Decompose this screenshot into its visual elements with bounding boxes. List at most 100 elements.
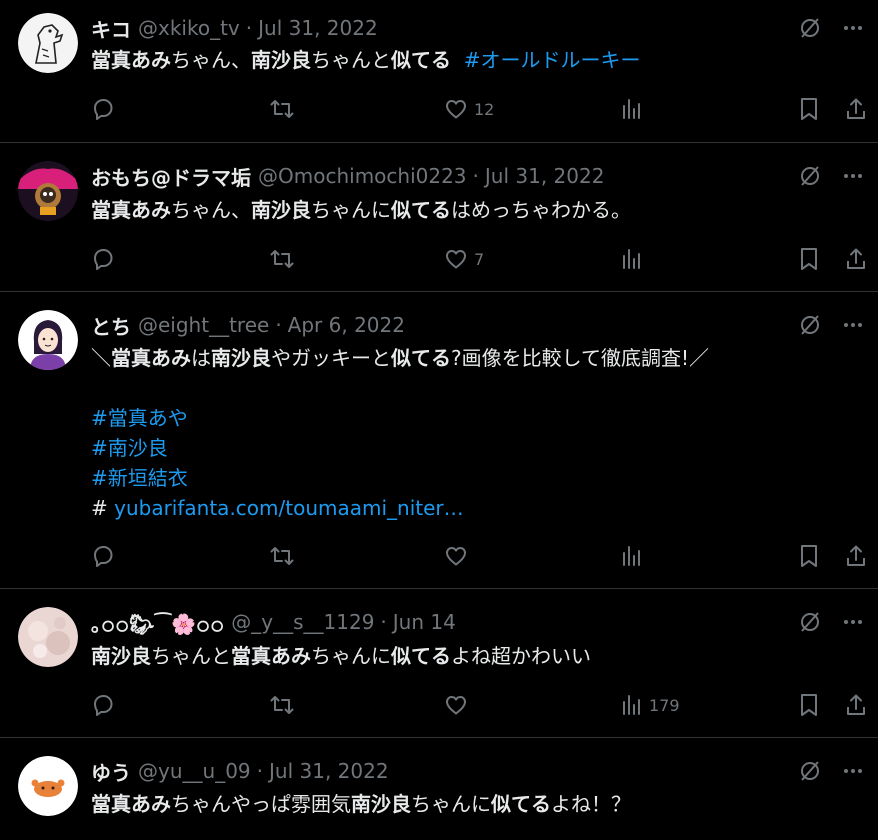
display-name[interactable]: キコ: [91, 14, 131, 43]
tweet-text-line: 當真あみちゃん、南沙良ちゃんと似てる #オールドルーキー: [91, 45, 861, 75]
grok-icon[interactable]: [798, 16, 822, 40]
like-icon: [444, 693, 468, 717]
grok-icon[interactable]: [798, 759, 822, 783]
timestamp[interactable]: Jul 31, 2022: [269, 759, 389, 783]
tweet-text-line: 當真あみちゃんやっぱ雰囲気南沙良ちゃんに似てるよね！？: [91, 789, 861, 819]
handle[interactable]: @yu__u_09: [138, 759, 251, 783]
views-count: 179: [649, 695, 680, 715]
share-button[interactable]: [845, 541, 867, 571]
views-button[interactable]: [621, 244, 649, 274]
text-segment: ちゃん、: [171, 198, 251, 222]
text-segment: 南沙良: [251, 48, 311, 72]
hashtag-link[interactable]: #南沙良: [91, 436, 168, 460]
avatar[interactable]: [18, 310, 78, 370]
timestamp[interactable]: Apr 6, 2022: [288, 313, 405, 337]
hashtag-link[interactable]: #オールドルーキー: [464, 48, 641, 72]
reply-button[interactable]: [91, 244, 121, 274]
tweet-top-icons: [798, 607, 864, 637]
avatar[interactable]: [18, 13, 78, 73]
retweet-button[interactable]: [269, 690, 301, 720]
tweet-text: 當真あみちゃんやっぱ雰囲気南沙良ちゃんに似てるよね！？: [91, 789, 861, 819]
bookmark-button[interactable]: [799, 690, 819, 720]
like-icon: [444, 97, 468, 121]
retweet-button[interactable]: [269, 244, 301, 274]
tweet-text-line: #新垣結衣: [91, 463, 861, 493]
grok-icon[interactable]: [798, 313, 822, 337]
like-button[interactable]: 7: [444, 244, 484, 274]
retweet-button[interactable]: [269, 94, 301, 124]
reply-button[interactable]: [91, 690, 121, 720]
timestamp[interactable]: Jun 14: [393, 610, 456, 634]
like-icon: [444, 247, 468, 271]
bookmark-button[interactable]: [799, 244, 819, 274]
share-button[interactable]: [845, 94, 867, 124]
views-icon: [621, 247, 643, 271]
tweet-text-line: ＼當真あみは南沙良やガッキーと似てる?画像を比較して徹底調査!／: [91, 343, 861, 373]
text-segment: 南沙良: [211, 346, 271, 370]
more-icon[interactable]: [842, 314, 864, 336]
separator-dot: ·: [380, 610, 387, 634]
bookmark-button[interactable]: [799, 94, 819, 124]
reply-button[interactable]: [91, 94, 121, 124]
tweet-3[interactable]: とち @eight__tree · Apr 6, 2022 ＼當真あみは南沙良や…: [0, 292, 878, 589]
display-name[interactable]: ゆう: [91, 757, 131, 786]
like-button[interactable]: [444, 690, 474, 720]
tweet-header: とち @eight__tree · Apr 6, 2022: [91, 310, 405, 340]
reply-icon: [91, 693, 115, 717]
tweet-actions: 12: [91, 94, 871, 124]
views-button[interactable]: [621, 541, 649, 571]
tweet-text: 南沙良ちゃんと當真あみちゃんに似てるよね超かわいい: [91, 641, 861, 671]
text-segment: 南沙良: [91, 644, 151, 668]
grok-icon[interactable]: [798, 610, 822, 634]
handle[interactable]: @_y__s__1129: [231, 610, 374, 634]
hashtag-link[interactable]: yubarifanta.com/toumaami_niter…: [114, 496, 464, 520]
separator-dot: ·: [256, 759, 263, 783]
text-segment: 似てる: [491, 792, 551, 816]
text-segment: 南沙良: [351, 792, 411, 816]
hashtag-link[interactable]: #當真あや: [91, 406, 188, 430]
avatar[interactable]: [18, 756, 78, 816]
like-button[interactable]: 12: [444, 94, 494, 124]
tweet-1[interactable]: キコ @xkiko_tv · Jul 31, 2022 當真あみちゃん、南沙良ち…: [0, 0, 878, 143]
text-segment: 似てる: [391, 48, 451, 72]
text-segment: はめっちゃわかる。: [451, 198, 631, 222]
more-icon[interactable]: [842, 165, 864, 187]
text-segment: ＼: [91, 346, 111, 370]
tweet-4[interactable]: ｡𝚘𝚘🐎︎⁀🌸𝚘𝚘 @_y__s__1129 · Jun 14 南沙良ちゃんと當…: [0, 589, 878, 738]
tweet-text-line: 當真あみちゃん、南沙良ちゃんに似てるはめっちゃわかる。: [91, 195, 861, 225]
tweet-5[interactable]: ゆう @yu__u_09 · Jul 31, 2022 當真あみちゃんやっぱ雰囲…: [0, 738, 878, 840]
timestamp[interactable]: Jul 31, 2022: [258, 16, 378, 40]
grok-icon[interactable]: [798, 164, 822, 188]
more-icon[interactable]: [842, 611, 864, 633]
reply-button[interactable]: [91, 541, 121, 571]
text-segment: ちゃんと: [151, 644, 231, 668]
bookmark-icon: [799, 247, 819, 271]
views-button[interactable]: [621, 94, 649, 124]
share-icon: [845, 693, 867, 717]
display-name[interactable]: ｡𝚘𝚘🐎︎⁀🌸𝚘𝚘: [91, 608, 224, 637]
avatar[interactable]: [18, 161, 78, 221]
share-button[interactable]: [845, 244, 867, 274]
tweet-header: キコ @xkiko_tv · Jul 31, 2022: [91, 13, 378, 43]
tweet-actions: 7: [91, 244, 871, 274]
like-count: 7: [474, 249, 485, 269]
display-name[interactable]: とち: [91, 311, 131, 340]
timestamp[interactable]: Jul 31, 2022: [485, 164, 605, 188]
retweet-button[interactable]: [269, 541, 301, 571]
like-button[interactable]: [444, 541, 474, 571]
bookmark-icon: [799, 693, 819, 717]
handle[interactable]: @eight__tree: [138, 313, 269, 337]
tweet-text: ＼當真あみは南沙良やガッキーと似てる?画像を比較して徹底調査!／ #當真あや #南沙…: [91, 343, 861, 523]
avatar[interactable]: [18, 607, 78, 667]
handle[interactable]: @xkiko_tv: [138, 16, 240, 40]
more-icon[interactable]: [842, 760, 864, 782]
display-name[interactable]: おもち@ドラマ垢: [91, 162, 251, 191]
bookmark-button[interactable]: [799, 541, 819, 571]
tweet-2[interactable]: おもち@ドラマ垢 @Omochimochi0223 · Jul 31, 2022…: [0, 143, 878, 292]
more-icon[interactable]: [842, 17, 864, 39]
handle[interactable]: @Omochimochi0223: [258, 164, 467, 188]
hashtag-link[interactable]: #新垣結衣: [91, 466, 188, 490]
share-button[interactable]: [845, 690, 867, 720]
views-button[interactable]: 179: [621, 690, 680, 720]
tweet-actions: 179: [91, 690, 871, 720]
